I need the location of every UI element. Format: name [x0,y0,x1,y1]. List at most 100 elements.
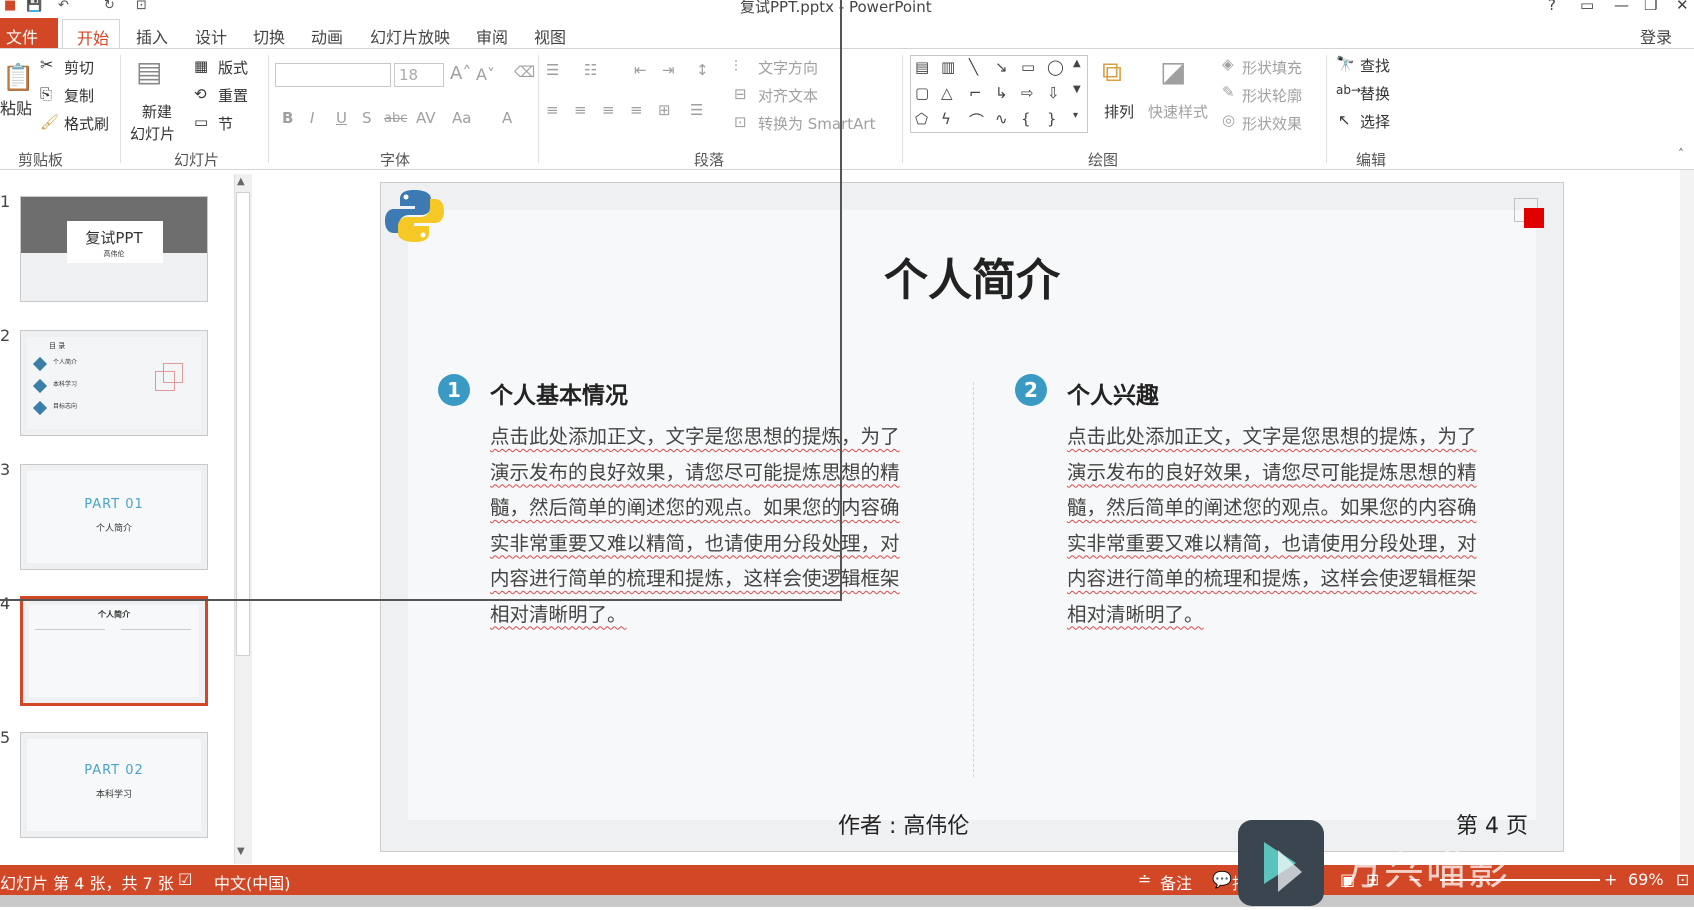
gallery-more-icon[interactable]: ▾ [1073,110,1078,121]
tab-transitions[interactable]: 切换 [253,24,285,48]
slide-thumbnail-4[interactable]: 个人简介 [20,596,208,706]
shape-effects-icon[interactable]: ◎ [1222,111,1235,129]
shrink-font-icon[interactable]: A˅ [476,65,495,84]
layout-button[interactable]: 版式 [218,57,248,78]
slide-thumbnail-2[interactable]: 目 录 个人简介 本科学习 目标志向 [20,330,208,436]
shadow-icon[interactable]: S [362,109,372,127]
grow-font-icon[interactable]: A˄ [450,63,471,84]
section-body-text[interactable]: 点击此处添加正文，文字是您思想的提炼，为了演示发布的良好效果，请您尽可能提炼思想… [1067,419,1487,632]
quick-styles-button[interactable]: 快速样式 [1148,101,1208,122]
slide-thumbnail-1[interactable]: 复试PPT 高伟伦 [20,196,208,302]
clear-format-icon[interactable]: ⌫ [514,63,535,81]
columns-icon[interactable]: ☰ [690,101,703,119]
zoom-in-icon[interactable]: + [1604,870,1617,889]
font-name-field[interactable] [275,63,391,87]
smartart-icon[interactable]: ⊡ [734,113,747,131]
arc-shape-icon[interactable]: ⌒ [969,110,984,131]
new-slide-label-2[interactable]: 幻灯片 [130,123,175,144]
paste-button[interactable]: 粘贴 [0,95,32,119]
shape-fill-button[interactable]: 形状填充 [1242,57,1302,78]
distribute-icon[interactable]: ⊞ [658,101,671,119]
rectangle-shape-icon[interactable]: ▭ [1021,58,1035,76]
paste-icon[interactable]: 📋 [2,63,34,93]
replace-icon[interactable]: ab→ [1336,83,1361,97]
align-right-icon[interactable]: ≡ [602,101,615,119]
font-color-icon[interactable]: A [502,109,512,127]
ribbon-display-icon[interactable]: ▭ [1580,0,1594,14]
cut-button[interactable]: 剪切 [64,57,94,78]
fit-slide-icon[interactable]: ⊡ [1676,870,1689,889]
align-center-icon[interactable]: ≡ [574,101,587,119]
replace-button[interactable]: 替换 [1360,83,1390,104]
comments-icon[interactable]: 💬 [1212,870,1232,889]
reset-icon[interactable]: ⟲ [194,85,207,103]
new-slide-label-1[interactable]: 新建 [142,101,172,122]
minimize-icon[interactable]: — [1614,0,1629,14]
triangle-shape-icon[interactable]: △ [941,84,953,102]
bold-icon[interactable]: B [282,109,293,127]
left-brace-shape-icon[interactable]: { [1021,110,1031,128]
curve-shape-icon[interactable]: ∿ [995,110,1008,128]
freeform-shape-icon[interactable]: ⬠ [915,110,928,128]
slide-thumbnail-5[interactable]: PART 02 本科学习 [20,732,208,838]
decrease-indent-icon[interactable]: ⇤ [634,61,647,79]
find-icon[interactable]: 🔭 [1336,55,1355,73]
align-text-button[interactable]: 对齐文本 [758,85,818,106]
shape-outline-button[interactable]: 形状轮廓 [1242,85,1302,106]
shape-fill-icon[interactable]: ◈ [1222,55,1234,73]
numbering-icon[interactable]: ☷ [584,61,597,79]
close-icon[interactable]: ✕ [1676,0,1689,14]
font-size-field[interactable]: 18 [394,63,444,87]
new-slide-icon[interactable]: ▤ [136,55,162,88]
format-painter-button[interactable]: 格式刷 [64,113,109,134]
section-body-text[interactable]: 点击此处添加正文，文字是您思想的提炼，为了演示发布的良好效果，请您尽可能提炼思想… [490,419,910,632]
select-button[interactable]: 选择 [1360,111,1390,132]
login-link[interactable]: 登录 [1640,24,1672,48]
tab-view[interactable]: 视图 [534,24,566,48]
section-icon[interactable]: ▭ [194,113,208,131]
thumbnail-scroll-thumb[interactable] [236,192,250,656]
format-painter-icon[interactable]: 🖌 [40,113,59,131]
select-icon[interactable]: ↖ [1338,111,1351,129]
increase-indent-icon[interactable]: ⇥ [662,61,675,79]
section-heading[interactable]: 个人基本情况 [490,376,628,410]
find-button[interactable]: 查找 [1360,55,1390,76]
shape-effects-button[interactable]: 形状效果 [1242,113,1302,134]
down-arrow-shape-icon[interactable]: ⇩ [1047,84,1060,102]
reset-button[interactable]: 重置 [218,85,248,106]
notes-icon[interactable]: ≐ [1138,870,1151,889]
notes-button[interactable]: 备注 [1160,870,1192,894]
elbow-connector-icon[interactable]: ⌐ [969,84,982,102]
scribble-shape-icon[interactable]: ϟ [941,110,951,128]
layout-icon[interactable]: ▦ [194,57,208,75]
justify-icon[interactable]: ≡ [630,101,643,119]
scroll-down-icon[interactable]: ▼ [237,846,245,857]
copy-button[interactable]: 复制 [64,85,94,106]
elbow-arrow-icon[interactable]: ↳ [995,84,1008,102]
page-number-label[interactable]: 第 4 页 [1456,808,1528,840]
spell-check-icon[interactable]: ☑ [178,870,192,889]
underline-icon[interactable]: U [336,109,347,127]
line-shape-icon[interactable]: ╲ [969,58,978,76]
copy-icon[interactable]: ⎘ [40,85,52,103]
tab-design[interactable]: 设计 [195,24,227,48]
oval-shape-icon[interactable]: ◯ [1047,58,1064,76]
maximize-icon[interactable]: ❐ [1644,0,1657,14]
gallery-up-icon[interactable]: ▲ [1073,58,1081,69]
shapes-gallery[interactable]: ▤ ▥ ╲ ↘ ▭ ◯ ▢ △ ⌐ ↳ ⇨ ⇩ ⬠ ϟ ⌒ ∿ { } ▲ ▼ … [910,55,1088,133]
rounded-rect-shape-icon[interactable]: ▢ [915,84,929,102]
scroll-up-icon[interactable]: ▲ [237,176,245,187]
arrange-button[interactable]: 排列 [1104,101,1134,122]
collapse-ribbon-icon[interactable]: ˄ [1678,147,1684,161]
save-icon[interactable]: 💾 [26,0,42,13]
quick-styles-icon[interactable]: ◪ [1160,55,1186,88]
textbox-shape-icon[interactable]: ▤ [915,58,929,76]
align-left-icon[interactable]: ≡ [546,101,559,119]
tab-animations[interactable]: 动画 [311,24,343,48]
tab-review[interactable]: 审阅 [476,24,508,48]
strikethrough-icon[interactable]: abc [384,111,407,126]
char-spacing-icon[interactable]: AV [416,109,436,127]
section-button[interactable]: 节 [218,113,233,134]
section-heading[interactable]: 个人兴趣 [1067,376,1159,410]
convert-smartart-button[interactable]: 转换为 SmartArt [758,113,875,134]
